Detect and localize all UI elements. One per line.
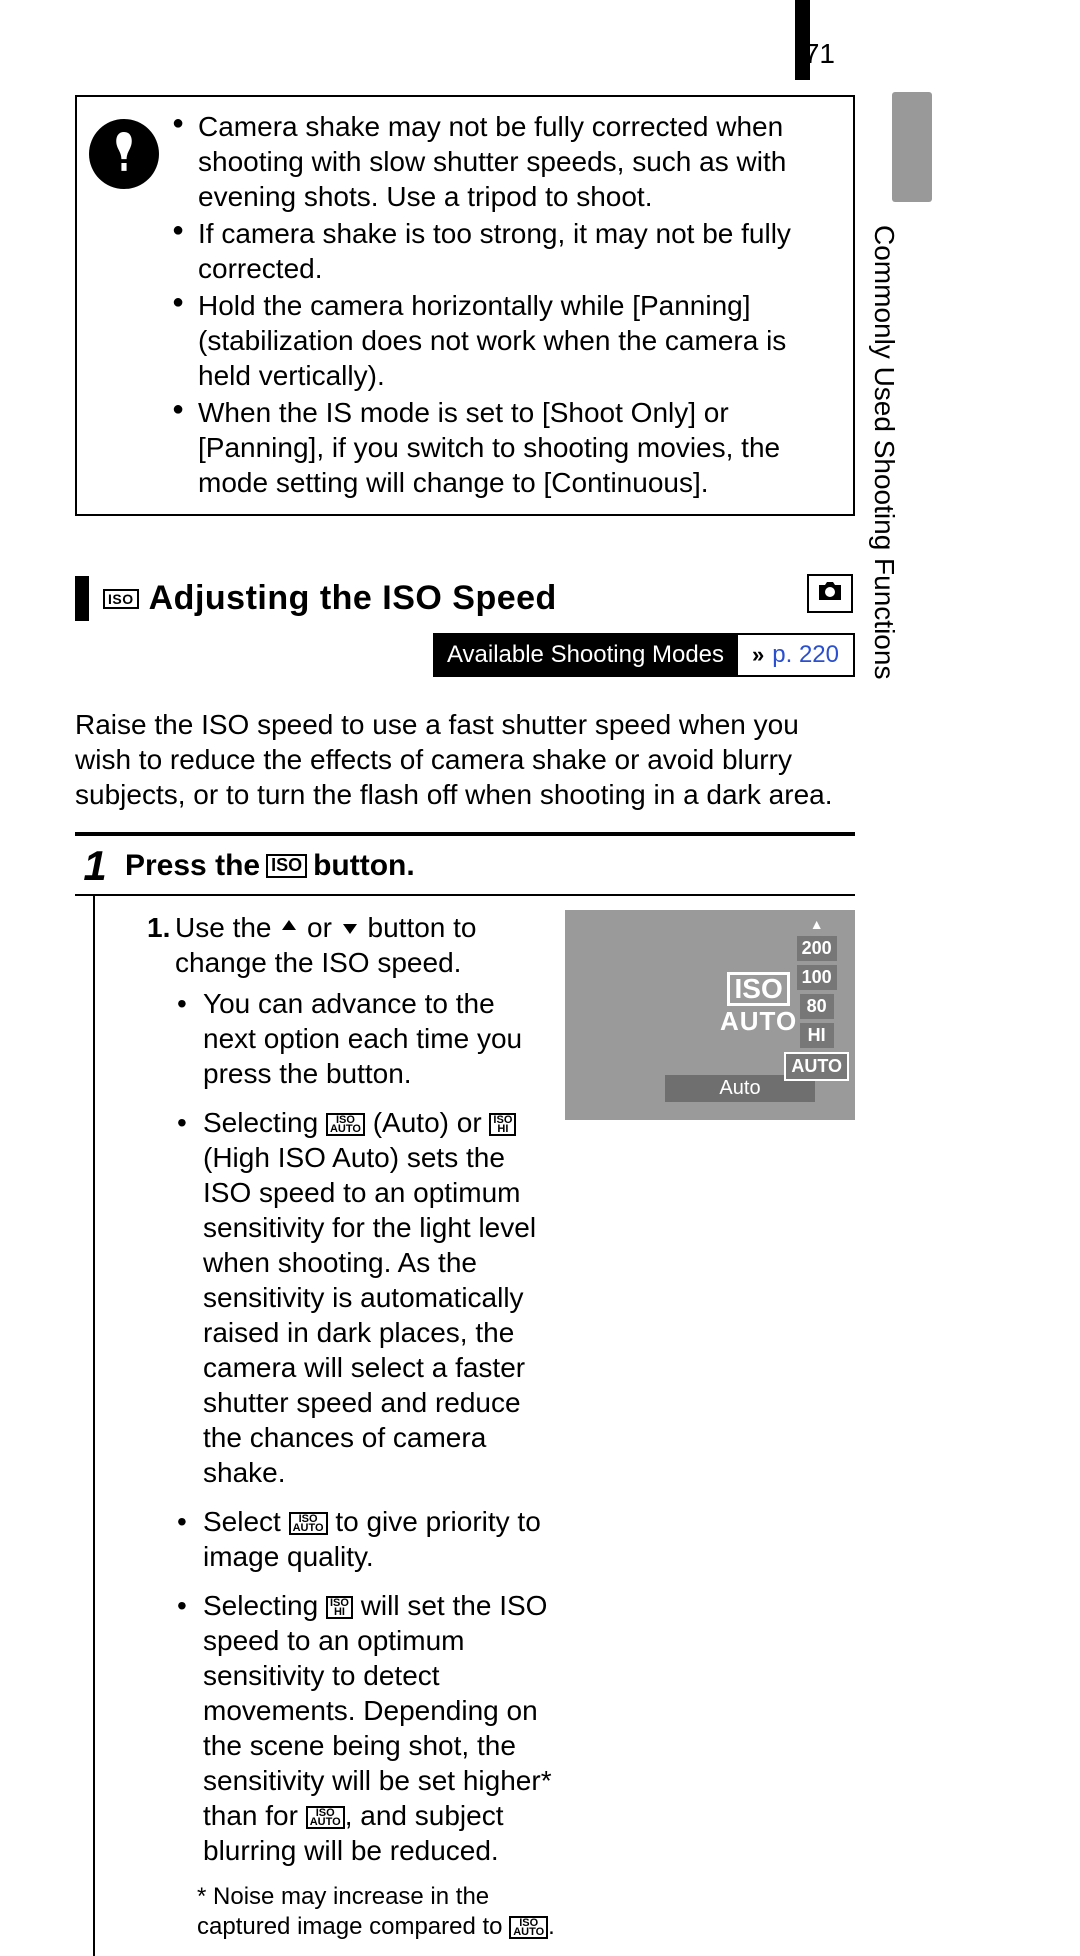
section-heading: ISO Adjusting the ISO Speed	[75, 576, 855, 621]
caution-list: Camera shake may not be fully corrected …	[172, 109, 841, 500]
page-ref-text: p. 220	[772, 641, 839, 669]
lcd-option: 100	[797, 965, 837, 990]
sub-item: Select ISOAUTO to give priority to image…	[175, 1504, 555, 1574]
caution-item: Hold the camera horizontally while [Pann…	[172, 288, 841, 393]
available-modes-row: Available Shooting Modes » p. 220	[75, 633, 855, 677]
caution-icon	[89, 119, 159, 189]
available-modes-label: Available Shooting Modes	[433, 633, 738, 677]
lcd-option: 80	[800, 994, 834, 1019]
iso-auto-icon: ISOAUTO	[326, 1113, 365, 1137]
page-number: 71	[804, 38, 835, 70]
up-arrow-icon: ▲	[810, 916, 824, 932]
up-arrow-icon	[279, 917, 299, 937]
section-title: Adjusting the ISO Speed	[149, 579, 557, 618]
caution-box: Camera shake may not be fully corrected …	[75, 95, 855, 516]
page-reference-link[interactable]: » p. 220	[738, 633, 855, 677]
step-number: 1	[75, 842, 115, 890]
iso-hi-icon: ISOHI	[326, 1596, 353, 1620]
sub-item: Selecting ISOHI will set the ISO speed t…	[175, 1588, 555, 1868]
step-text: 1. Use the or button to change the ISO s…	[147, 910, 555, 1956]
sub-item: Selecting ISOAUTO (Auto) or ISOHI (High …	[175, 1105, 555, 1490]
procedure-item: 1. Use the or button to change the ISO s…	[147, 910, 555, 1942]
iso-auto-icon: ISOAUTO	[306, 1806, 345, 1830]
iso-auto-icon: ISOAUTO	[509, 1916, 548, 1940]
intro-paragraph: Raise the ISO speed to use a fast shutte…	[75, 707, 855, 812]
chevron-right-icon: »	[752, 642, 764, 668]
caution-item: Camera shake may not be fully corrected …	[172, 109, 841, 214]
caution-item: When the IS mode is set to [Shoot Only] …	[172, 395, 841, 500]
lcd-option: 200	[797, 936, 837, 961]
step-block: 1 Press the ISO button. 1. Use the or bu…	[75, 832, 855, 1956]
iso-button-icon: ISO	[266, 854, 307, 878]
lcd-screenshot: ISO AUTO Auto ▲ 200 100 80 HI AUTO	[565, 910, 855, 1120]
sub-item: You can advance to the next option each …	[175, 986, 555, 1091]
footnote: * Noise may increase in the captured ima…	[175, 1882, 555, 1942]
lcd-option-selected: AUTO	[784, 1052, 849, 1081]
iso-badge-icon: ISO	[103, 589, 139, 609]
step-body: 1. Use the or button to change the ISO s…	[93, 896, 855, 1956]
step-heading: 1 Press the ISO button.	[75, 836, 855, 896]
lcd-option-column: ▲ 200 100 80 HI AUTO	[784, 916, 849, 1081]
heading-accent-bar	[75, 576, 89, 621]
lcd-option: HI	[800, 1023, 834, 1048]
step-title: Press the ISO button.	[125, 849, 415, 883]
iso-auto-icon: ISOAUTO	[289, 1512, 328, 1536]
caution-item: If camera shake is too strong, it may no…	[172, 216, 841, 286]
down-arrow-icon	[340, 917, 360, 937]
section-side-label: Commonly Used Shooting Functions	[870, 225, 900, 679]
camera-mode-icon	[807, 574, 853, 613]
iso-hi-icon: ISOHI	[489, 1113, 516, 1137]
side-tab-indicator	[892, 92, 932, 202]
